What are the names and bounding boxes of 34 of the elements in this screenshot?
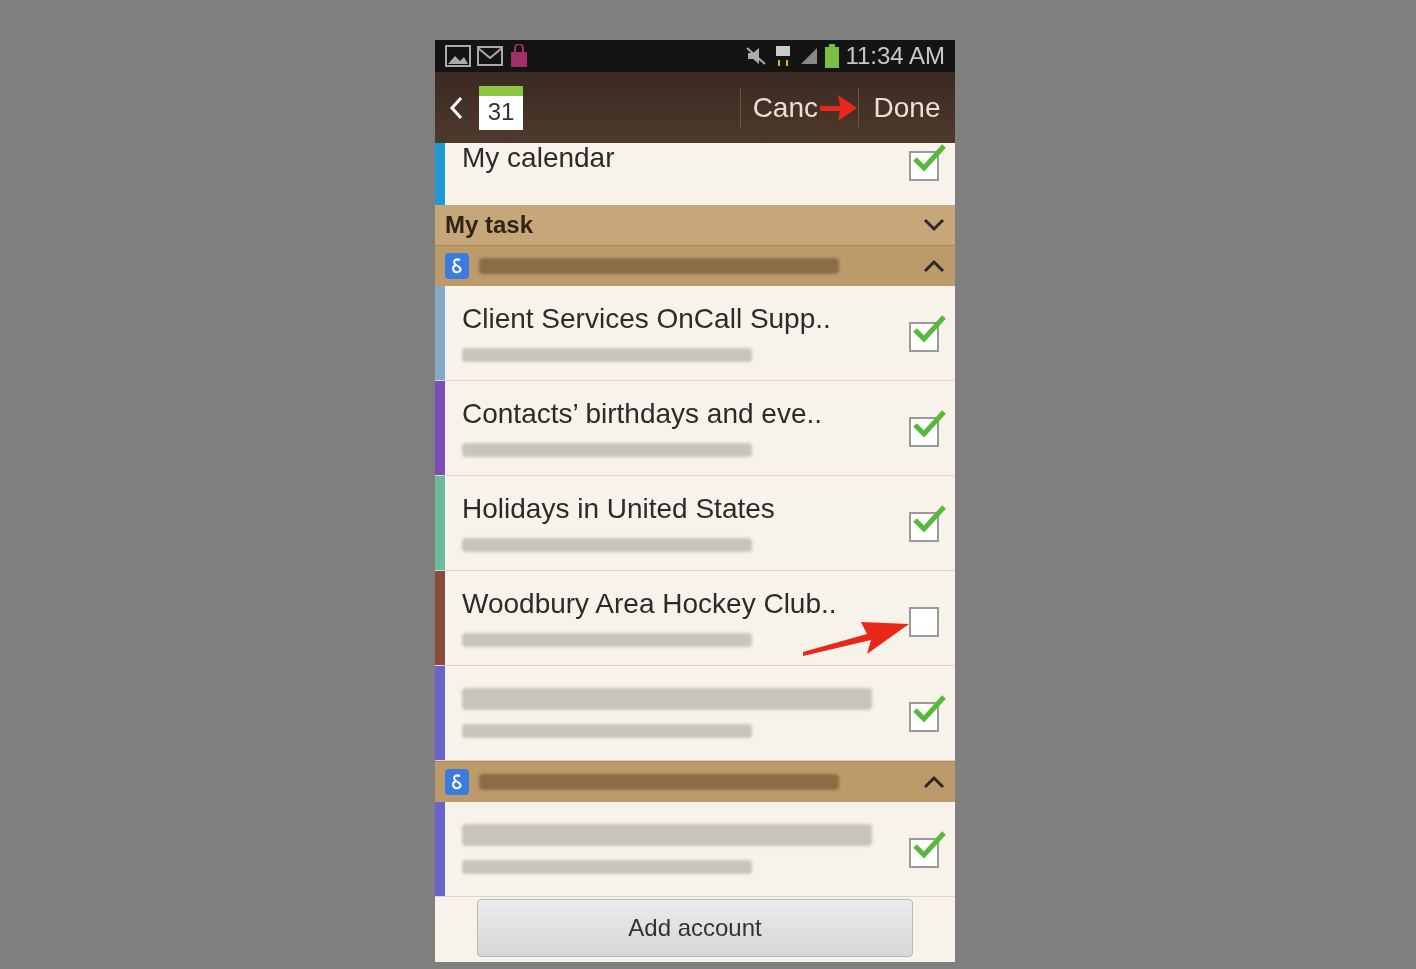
- cancel-button[interactable]: Canc: [740, 72, 820, 143]
- calendar-name: Woodbury Area Hockey Club..: [462, 589, 838, 619]
- chevron-up-icon[interactable]: [923, 259, 945, 273]
- calendar-row[interactable]: [435, 666, 955, 761]
- signal-icon: [799, 46, 820, 66]
- checkbox[interactable]: [909, 409, 947, 447]
- checkbox[interactable]: [909, 694, 947, 732]
- section-title: My task: [445, 210, 534, 240]
- calendar-row[interactable]: Woodbury Area Hockey Club..: [435, 571, 955, 666]
- calendar-row[interactable]: [435, 802, 955, 897]
- image-icon: [445, 45, 471, 67]
- calendar-name: Holidays in United States: [462, 494, 776, 524]
- checkbox[interactable]: [909, 314, 947, 352]
- checkbox[interactable]: [909, 504, 947, 542]
- chevron-up-icon[interactable]: [923, 775, 945, 789]
- calendar-name: Contacts’ birthdays and eve..: [462, 399, 824, 429]
- calendar-name: My calendar: [462, 142, 615, 173]
- status-time: 11:34 AM: [845, 44, 945, 68]
- chevron-down-icon[interactable]: [923, 218, 945, 232]
- battery-icon: [825, 44, 840, 68]
- add-account-button[interactable]: Add account: [477, 899, 913, 957]
- calendar-row[interactable]: Contacts’ birthdays and eve..: [435, 381, 955, 476]
- calendar-name: Client Services OnCall Supp..: [462, 304, 832, 334]
- mute-icon: [745, 46, 768, 66]
- calendar-row[interactable]: Holidays in United States: [435, 476, 955, 571]
- done-button[interactable]: Done: [859, 72, 955, 143]
- checkbox[interactable]: [909, 830, 947, 868]
- calendar-row[interactable]: Client Services OnCall Supp..: [435, 286, 955, 381]
- calendar-date: 31: [486, 96, 516, 127]
- annotation-arrow: [820, 92, 858, 123]
- section-header[interactable]: My task: [435, 205, 955, 245]
- mail-icon: [477, 45, 503, 67]
- back-icon[interactable]: [449, 95, 463, 120]
- checkbox[interactable]: [909, 143, 947, 181]
